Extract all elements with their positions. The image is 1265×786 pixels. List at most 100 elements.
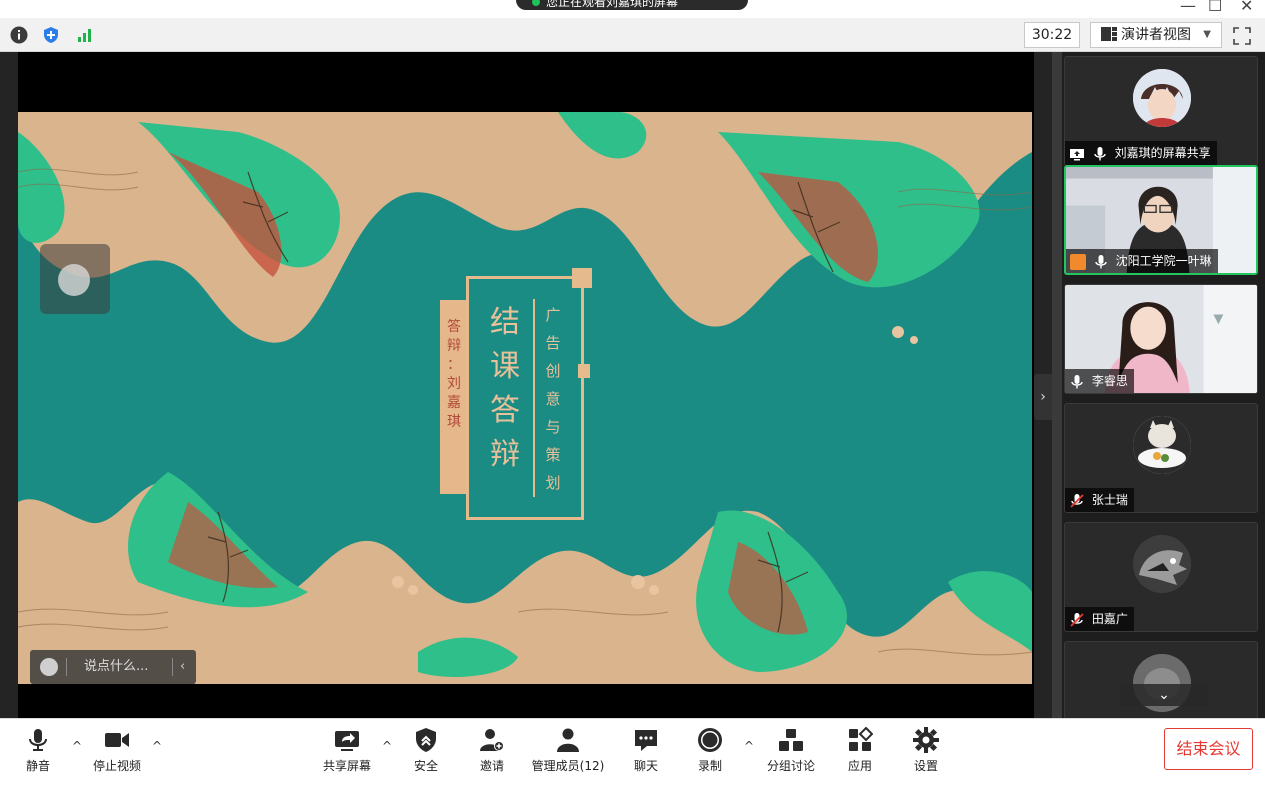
maximize-icon[interactable]: ☐ [1208, 0, 1222, 15]
participant-tile[interactable]: 刘嘉琪的屏幕共享 [1064, 56, 1258, 166]
record-label: 录制 [697, 759, 722, 773]
participant-namebar: 沈阳工学院一叶琳 [1066, 249, 1218, 273]
title-char: 课 [490, 349, 520, 384]
panel-divider[interactable] [1052, 52, 1062, 718]
emoji-icon[interactable] [40, 658, 58, 676]
title-divider [533, 299, 535, 497]
slide-main-title: 结 课 答 辩 [485, 301, 525, 477]
apps-icon [849, 727, 873, 751]
network-signal-icon[interactable] [76, 26, 94, 44]
share-options-caret-icon[interactable]: ^ [382, 739, 392, 753]
share-screen-button[interactable]: 共享屏幕 [318, 727, 376, 779]
add-user-icon [480, 729, 504, 751]
info-icon[interactable] [10, 26, 28, 44]
mic-muted-icon [1070, 493, 1084, 508]
subtitle-char: 策 [545, 446, 561, 464]
sharing-indicator-icon [532, 0, 540, 6]
title-bar: 您正在观看刘嘉琪的屏幕 — ☐ ✕ [0, 0, 1265, 18]
chevron-right-icon: › [1040, 389, 1046, 405]
meeting-toolbar: 静音 ^ 停止视频 ^ 共享屏幕 ^ 安全 邀请 管理成员(12) 聊天 录制 … [0, 718, 1265, 786]
subtitle-char: 与 [545, 418, 561, 436]
mic-icon [1071, 374, 1083, 388]
title-char: 辩 [490, 437, 520, 472]
share-notice-text: 您正在观看刘嘉琪的屏幕 [546, 0, 679, 9]
record-options-caret-icon[interactable]: ^ [744, 739, 754, 753]
title-char: 结 [490, 305, 520, 340]
speaker-view-icon [1101, 27, 1117, 41]
participant-name: 刘嘉琪的屏幕共享 [1114, 146, 1211, 160]
title-deco-square [578, 364, 590, 378]
chevron-left-icon[interactable]: ‹ [180, 650, 185, 684]
close-icon[interactable]: ✕ [1240, 0, 1253, 15]
meeting-window: 您正在观看刘嘉琪的屏幕 — ☐ ✕ 30:22 演讲者视图 ▼ 答 辩 ： 刘 … [0, 0, 1265, 786]
audio-options-caret-icon[interactable]: ^ [72, 739, 82, 753]
quick-chat-input[interactable]: 说点什么... [84, 650, 148, 684]
chevron-down-icon: ⌄ [1158, 687, 1170, 703]
mic-muted-icon [1070, 612, 1084, 627]
invite-button[interactable]: 邀请 [472, 727, 512, 779]
fullscreen-icon[interactable] [1232, 26, 1252, 46]
name-tab-char: 刘 [447, 376, 461, 392]
breakout-rooms-icon [779, 729, 803, 751]
share-notice-pill[interactable]: 您正在观看刘嘉琪的屏幕 [516, 0, 748, 10]
share-screen-label: 共享屏幕 [322, 759, 371, 773]
video-camera-icon [105, 733, 129, 747]
collapse-panel-handle[interactable]: › [1034, 374, 1052, 420]
manage-members-button[interactable]: 管理成员(12) [530, 727, 606, 779]
stop-video-button[interactable]: 停止视频 [88, 727, 146, 779]
host-icon [1070, 253, 1086, 270]
floating-knob-icon [58, 264, 90, 296]
mute-label: 静音 [25, 759, 50, 773]
participant-tile[interactable]: 张士瑞 [1064, 403, 1258, 513]
record-icon [698, 728, 722, 752]
chevron-down-icon: ▼ [1203, 29, 1211, 40]
apps-label: 应用 [847, 759, 872, 773]
view-mode-dropdown[interactable]: 演讲者视图 ▼ [1090, 22, 1222, 48]
security-label: 安全 [413, 759, 438, 773]
name-tab-char: 答 [447, 319, 461, 335]
character-avatar-icon [1133, 535, 1191, 593]
apps-button[interactable]: 应用 [840, 727, 880, 779]
meeting-timer: 30:22 [1024, 22, 1080, 48]
minimize-icon[interactable]: — [1180, 0, 1196, 15]
subtitle-char: 告 [545, 334, 561, 352]
mic-icon [1094, 146, 1106, 160]
participant-tile[interactable] [1064, 641, 1258, 721]
floating-assistive-button[interactable] [40, 244, 110, 314]
title-deco-square [572, 268, 592, 288]
mic-icon [1095, 254, 1107, 268]
security-shield-icon[interactable] [42, 26, 60, 44]
record-button[interactable]: 录制 [690, 727, 730, 779]
breakout-rooms-label: 分组讨论 [766, 759, 815, 773]
meeting-info-bar: 30:22 演讲者视图 ▼ [0, 18, 1265, 52]
participant-tile-active[interactable]: 沈阳工学院一叶琳 [1064, 165, 1258, 275]
view-mode-label: 演讲者视图 [1121, 27, 1191, 43]
avatar [1133, 535, 1191, 593]
chat-bar-separator [66, 658, 67, 676]
quick-chat-bar[interactable]: 说点什么... ‹ [30, 650, 196, 684]
presenter-name-tab: 答 辩 ： 刘 嘉 琪 [440, 300, 468, 494]
scroll-down-button[interactable]: ⌄ [1120, 684, 1208, 706]
subtitle-char: 划 [545, 474, 561, 492]
security-button[interactable]: 安全 [406, 727, 446, 779]
participant-namebar: 刘嘉琪的屏幕共享 [1065, 141, 1217, 165]
shared-screen-area: 答 辩 ： 刘 嘉 琪 结 课 答 辩 广 告 创 意 与 策 划 说点什么..… [18, 52, 1034, 718]
participant-name: 田嘉广 [1091, 612, 1128, 626]
chat-icon [635, 730, 657, 751]
subtitle-char: 创 [545, 362, 561, 380]
title-char: 答 [490, 393, 520, 428]
participant-name: 张士瑞 [1091, 493, 1128, 507]
subtitle-char: 广 [545, 306, 561, 324]
participant-tile[interactable]: 田嘉广 [1064, 522, 1258, 632]
name-tab-char: ： [447, 357, 461, 373]
breakout-rooms-button[interactable]: 分组讨论 [762, 727, 820, 779]
mute-button[interactable]: 静音 [18, 727, 58, 779]
participant-tile[interactable]: 李睿思 [1064, 284, 1258, 394]
gear-icon [913, 727, 939, 753]
slide-subtitle: 广 告 创 意 与 策 划 [541, 301, 565, 497]
video-options-caret-icon[interactable]: ^ [152, 739, 162, 753]
chat-button[interactable]: 聊天 [626, 727, 666, 779]
end-meeting-button[interactable]: 结束会议 [1164, 728, 1253, 770]
settings-button[interactable]: 设置 [906, 727, 946, 779]
shield-icon [416, 728, 436, 752]
